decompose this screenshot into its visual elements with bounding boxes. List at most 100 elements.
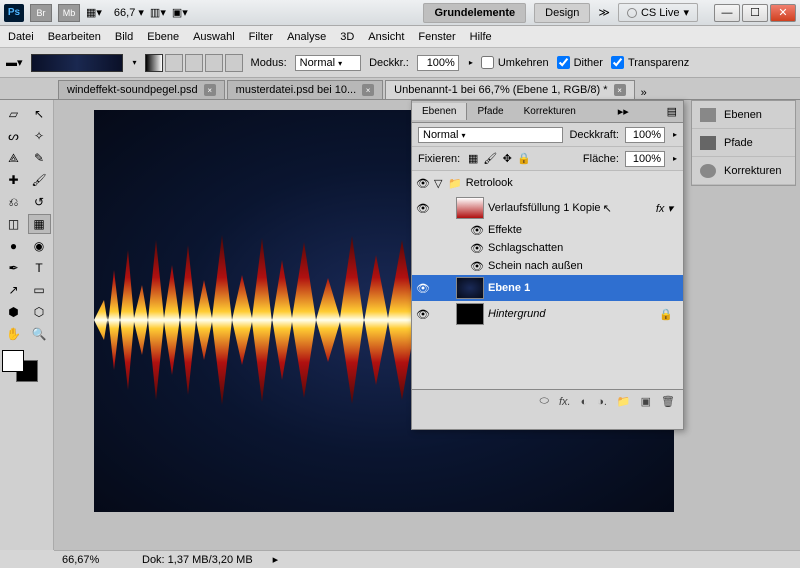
layer-ebene-1[interactable]: 👁 Ebene 1 (412, 275, 683, 301)
lock-pixels-icon[interactable]: 🖌 (483, 152, 497, 166)
tab-korrekturen[interactable]: Korrekturen (514, 103, 586, 120)
lasso-tool[interactable]: ᔕ (2, 126, 25, 146)
menu-fenster[interactable]: Fenster (418, 31, 455, 43)
group-icon[interactable]: 📁 (617, 395, 631, 408)
type-tool[interactable]: T (28, 258, 51, 278)
visibility-icon[interactable]: 👁 (470, 260, 482, 273)
layer-thumb[interactable] (456, 277, 484, 299)
dock-pfade[interactable]: Pfade (692, 129, 795, 157)
move-arrow-tool[interactable]: ↖ (28, 104, 51, 124)
new-layer-icon[interactable]: ▣ (641, 395, 651, 408)
layer-opacity-input[interactable]: 100% (625, 127, 665, 143)
menu-bearbeiten[interactable]: Bearbeiten (48, 31, 101, 43)
adjustment-icon[interactable]: ◑. (597, 396, 607, 408)
layer-name[interactable]: Hintergrund (488, 308, 655, 320)
move-tool[interactable]: ▱ (2, 104, 25, 124)
opacity-arrow[interactable]: ▸ (469, 58, 473, 67)
menu-ansicht[interactable]: Ansicht (368, 31, 404, 43)
opacity-input[interactable]: 100% (417, 55, 459, 71)
bridge-button[interactable]: Br (30, 4, 52, 22)
panel-menu-icon[interactable]: ▤ (661, 105, 683, 118)
layer-name[interactable]: Verlaufsfüllung 1 Kopie (488, 202, 639, 214)
view-extras-icon[interactable]: ▦▾ (86, 6, 102, 19)
zoom-level[interactable]: 66,7 ▾ (114, 6, 144, 19)
tab-ebenen[interactable]: Ebenen (412, 103, 467, 120)
visibility-icon[interactable]: 👁 (416, 177, 430, 190)
fx-icon[interactable]: fx. (559, 396, 571, 408)
fg-color[interactable] (2, 350, 24, 372)
hand-tool[interactable]: ✋ (2, 324, 25, 344)
workspace-design[interactable]: Design (534, 3, 590, 23)
dock-ebenen[interactable]: Ebenen (692, 101, 795, 129)
group-name[interactable]: Retrolook (466, 177, 679, 189)
mask-icon[interactable]: ◐ (581, 396, 588, 408)
doc-tab-1[interactable]: musterdatei.psd bei 10...× (227, 80, 383, 99)
dock-korrekturen[interactable]: Korrekturen (692, 157, 795, 185)
3d-tool[interactable]: ⬢ (2, 302, 25, 322)
workspace-grundelemente[interactable]: Grundelemente (423, 3, 526, 23)
brush-tool[interactable]: 🖌 (28, 170, 51, 190)
layer-thumb[interactable] (456, 303, 484, 325)
blend-mode-select[interactable]: Normal (418, 127, 563, 143)
fold-icon[interactable]: ▽ (434, 177, 444, 190)
gradient-linear[interactable] (145, 54, 163, 72)
pen-tool[interactable]: ✒ (2, 258, 25, 278)
layer-name[interactable]: Ebene 1 (488, 282, 679, 294)
3d-camera-tool[interactable]: ⬡ (28, 302, 51, 322)
dodge-tool[interactable]: ◉ (28, 236, 51, 256)
menu-hilfe[interactable]: Hilfe (470, 31, 492, 43)
panel-collapse-icon[interactable]: ▸▸ (612, 105, 635, 118)
stamp-tool[interactable]: ⎌ (2, 192, 25, 212)
gradient-preview[interactable] (31, 54, 123, 72)
menu-auswahl[interactable]: Auswahl (193, 31, 235, 43)
menu-datei[interactable]: Datei (8, 31, 34, 43)
status-doc[interactable]: Dok: 1,37 MB/3,20 MB (142, 554, 253, 566)
eyedropper-tool[interactable]: ✎ (28, 148, 51, 168)
menu-analyse[interactable]: Analyse (287, 31, 326, 43)
heal-tool[interactable]: ✚ (2, 170, 25, 190)
minimize-button[interactable]: — (714, 4, 740, 22)
tab-pfade[interactable]: Pfade (467, 103, 513, 120)
fx-badge[interactable]: fx ▾ (656, 202, 673, 215)
screen-mode-icon[interactable]: ▣▾ (172, 6, 188, 19)
link-layers-icon[interactable]: ⬭ (540, 395, 549, 408)
eraser-tool[interactable]: ◫ (2, 214, 25, 234)
zoom-tool[interactable]: 🔍 (28, 324, 51, 344)
cslive-button[interactable]: CS Live ▾ (618, 3, 698, 22)
transparency-checkbox[interactable] (611, 56, 624, 69)
visibility-icon[interactable]: 👁 (470, 242, 482, 255)
tab-overflow-icon[interactable]: » (641, 87, 647, 99)
doc-tab-0[interactable]: windeffekt-soundpegel.psd× (58, 80, 225, 99)
dither-checkbox[interactable] (557, 56, 570, 69)
status-arrow[interactable]: ▸ (273, 553, 279, 566)
reverse-checkbox[interactable] (481, 56, 494, 69)
menu-bild[interactable]: Bild (115, 31, 133, 43)
tool-preset-icon[interactable]: ▬▾ (6, 56, 23, 69)
visibility-icon[interactable]: 👁 (416, 282, 430, 295)
visibility-icon[interactable]: 👁 (416, 308, 430, 321)
opacity-arrow[interactable]: ▸ (673, 130, 677, 139)
lock-transparency-icon[interactable]: ▦ (466, 152, 480, 166)
gradient-angle[interactable] (185, 54, 203, 72)
doc-tab-1-close[interactable]: × (362, 84, 374, 96)
layer-group-retrolook[interactable]: 👁 ▽ 📁 Retrolook (412, 171, 683, 195)
doc-tab-2[interactable]: Unbenannt-1 bei 66,7% (Ebene 1, RGB/8) *… (385, 80, 634, 99)
gradient-reflected[interactable] (205, 54, 223, 72)
gradient-diamond[interactable] (225, 54, 243, 72)
menu-filter[interactable]: Filter (249, 31, 273, 43)
maximize-button[interactable]: ☐ (742, 4, 768, 22)
effects-header[interactable]: 👁Effekte (412, 221, 683, 239)
blur-tool[interactable]: ● (2, 236, 25, 256)
path-tool[interactable]: ↗ (2, 280, 25, 300)
gradient-radial[interactable] (165, 54, 183, 72)
doc-tab-2-close[interactable]: × (614, 84, 626, 96)
lock-position-icon[interactable]: ✥ (500, 152, 514, 166)
visibility-icon[interactable]: 👁 (470, 224, 482, 237)
fill-input[interactable]: 100% (625, 151, 665, 167)
mode-select[interactable]: Normal (295, 55, 361, 71)
gradient-picker-arrow[interactable]: ▾ (133, 58, 137, 67)
crop-tool[interactable]: ⟁ (2, 148, 25, 168)
arrange-icon[interactable]: ▥▾ (150, 6, 166, 19)
fill-arrow[interactable]: ▸ (673, 154, 677, 163)
gradient-tool[interactable]: ▦ (28, 214, 51, 234)
